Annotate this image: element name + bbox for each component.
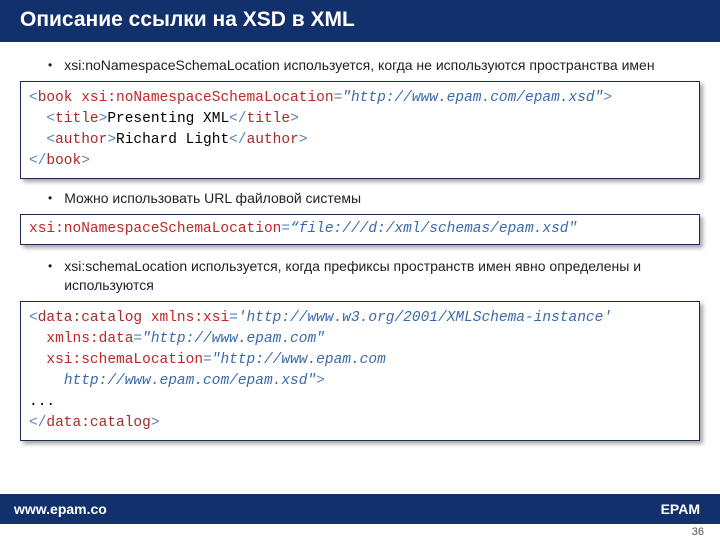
page-number: 36 bbox=[692, 526, 704, 538]
slide-title: Описание ссылки на XSD в XML bbox=[0, 0, 720, 42]
bullet-2: • Можно использовать URL файловой систем… bbox=[48, 189, 700, 208]
bullet-dot: • bbox=[48, 189, 52, 207]
code-block-1: <book xsi:noNamespaceSchemaLocation="htt… bbox=[20, 81, 700, 179]
footer-bar: www.epam.co EPAM bbox=[0, 494, 720, 524]
code-block-2: xsi:noNamespaceSchemaLocation=“file:///d… bbox=[20, 214, 700, 245]
bullet-1-text: xsi:noNamespaceSchemaLocation использует… bbox=[64, 56, 654, 75]
bullet-3-text: xsi:schemaLocation используется, когда п… bbox=[64, 257, 700, 295]
slide-content: • xsi:noNamespaceSchemaLocation использу… bbox=[0, 42, 720, 441]
bullet-dot: • bbox=[48, 56, 52, 74]
code-block-3: <data:catalog xmlns:xsi='http://www.w3.o… bbox=[20, 301, 700, 441]
footer-brand: EPAM bbox=[661, 501, 720, 517]
bullet-1: • xsi:noNamespaceSchemaLocation использу… bbox=[48, 56, 700, 75]
bullet-2-text: Можно использовать URL файловой системы bbox=[64, 189, 361, 208]
bullet-dot: • bbox=[48, 257, 52, 275]
bullet-3: • xsi:schemaLocation используется, когда… bbox=[48, 257, 700, 295]
footer-url: www.epam.co bbox=[0, 501, 210, 517]
title-text: Описание ссылки на XSD в XML bbox=[20, 8, 355, 31]
